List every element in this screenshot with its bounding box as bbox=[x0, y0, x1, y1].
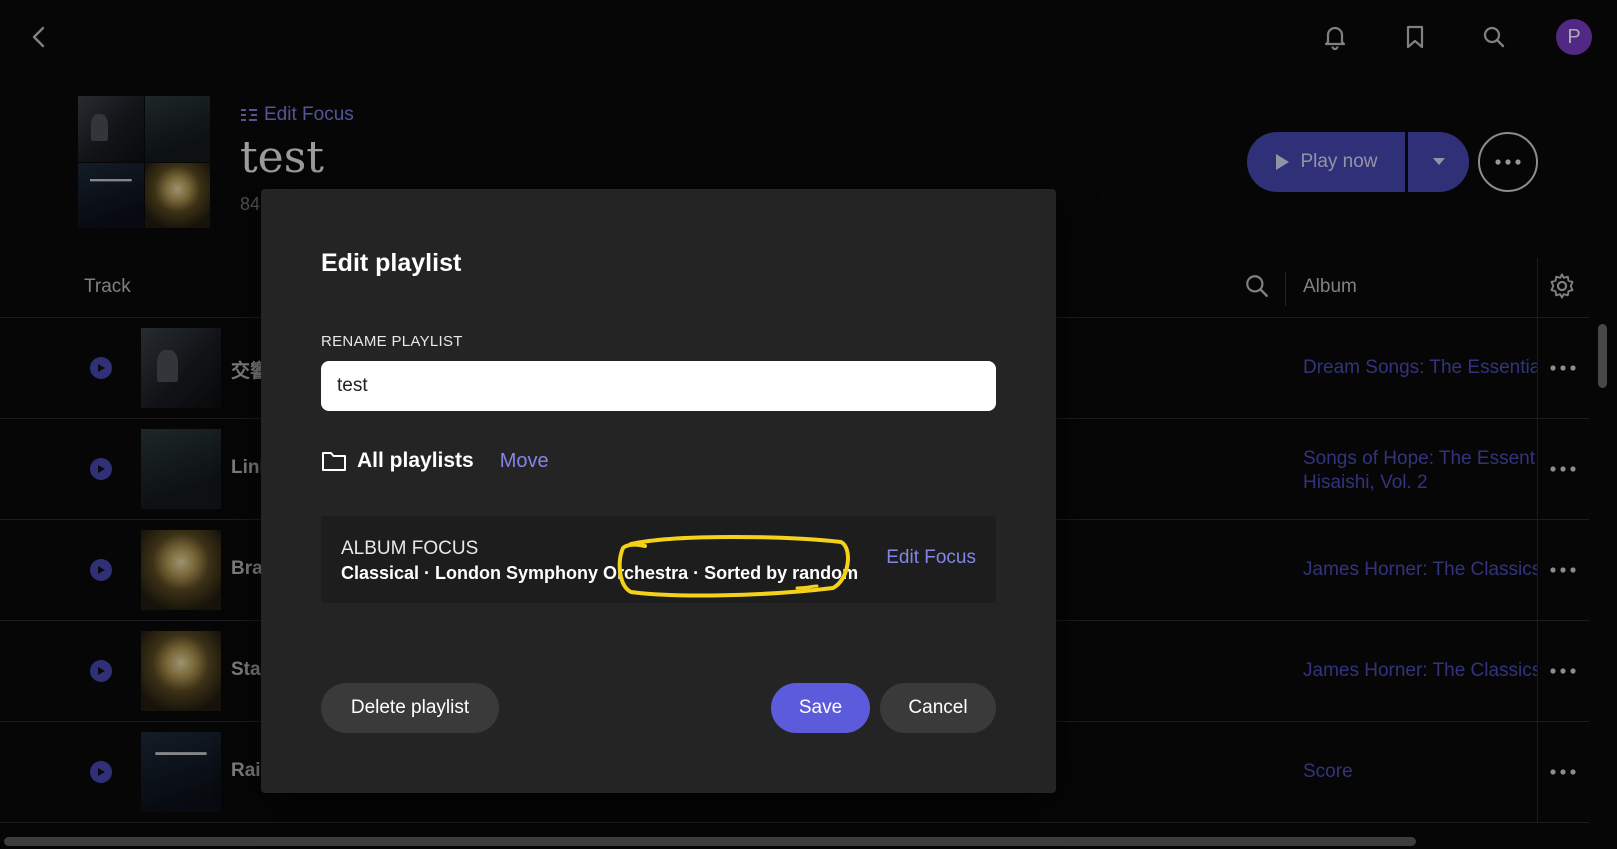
folder-row: All playlists Move bbox=[321, 449, 549, 473]
rename-playlist-input[interactable] bbox=[321, 361, 996, 411]
rename-label: RENAME PLAYLIST bbox=[321, 333, 463, 350]
album-focus-box: ALBUM FOCUS Classical · London Symphony … bbox=[321, 516, 996, 603]
folder-label: All playlists bbox=[357, 449, 474, 472]
focus-heading: ALBUM FOCUS bbox=[341, 538, 479, 559]
dialog-title: Edit playlist bbox=[321, 249, 462, 277]
move-button[interactable]: Move bbox=[500, 450, 549, 473]
edit-playlist-dialog: Edit playlist RENAME PLAYLIST All playli… bbox=[261, 189, 1056, 793]
save-button[interactable]: Save bbox=[771, 683, 870, 733]
cancel-button[interactable]: Cancel bbox=[880, 683, 996, 733]
focus-detail: Classical · London Symphony Orchestra · … bbox=[341, 563, 859, 583]
edit-focus-button[interactable]: Edit Focus bbox=[886, 547, 976, 569]
delete-playlist-button[interactable]: Delete playlist bbox=[321, 683, 499, 733]
folder-icon bbox=[322, 452, 346, 471]
